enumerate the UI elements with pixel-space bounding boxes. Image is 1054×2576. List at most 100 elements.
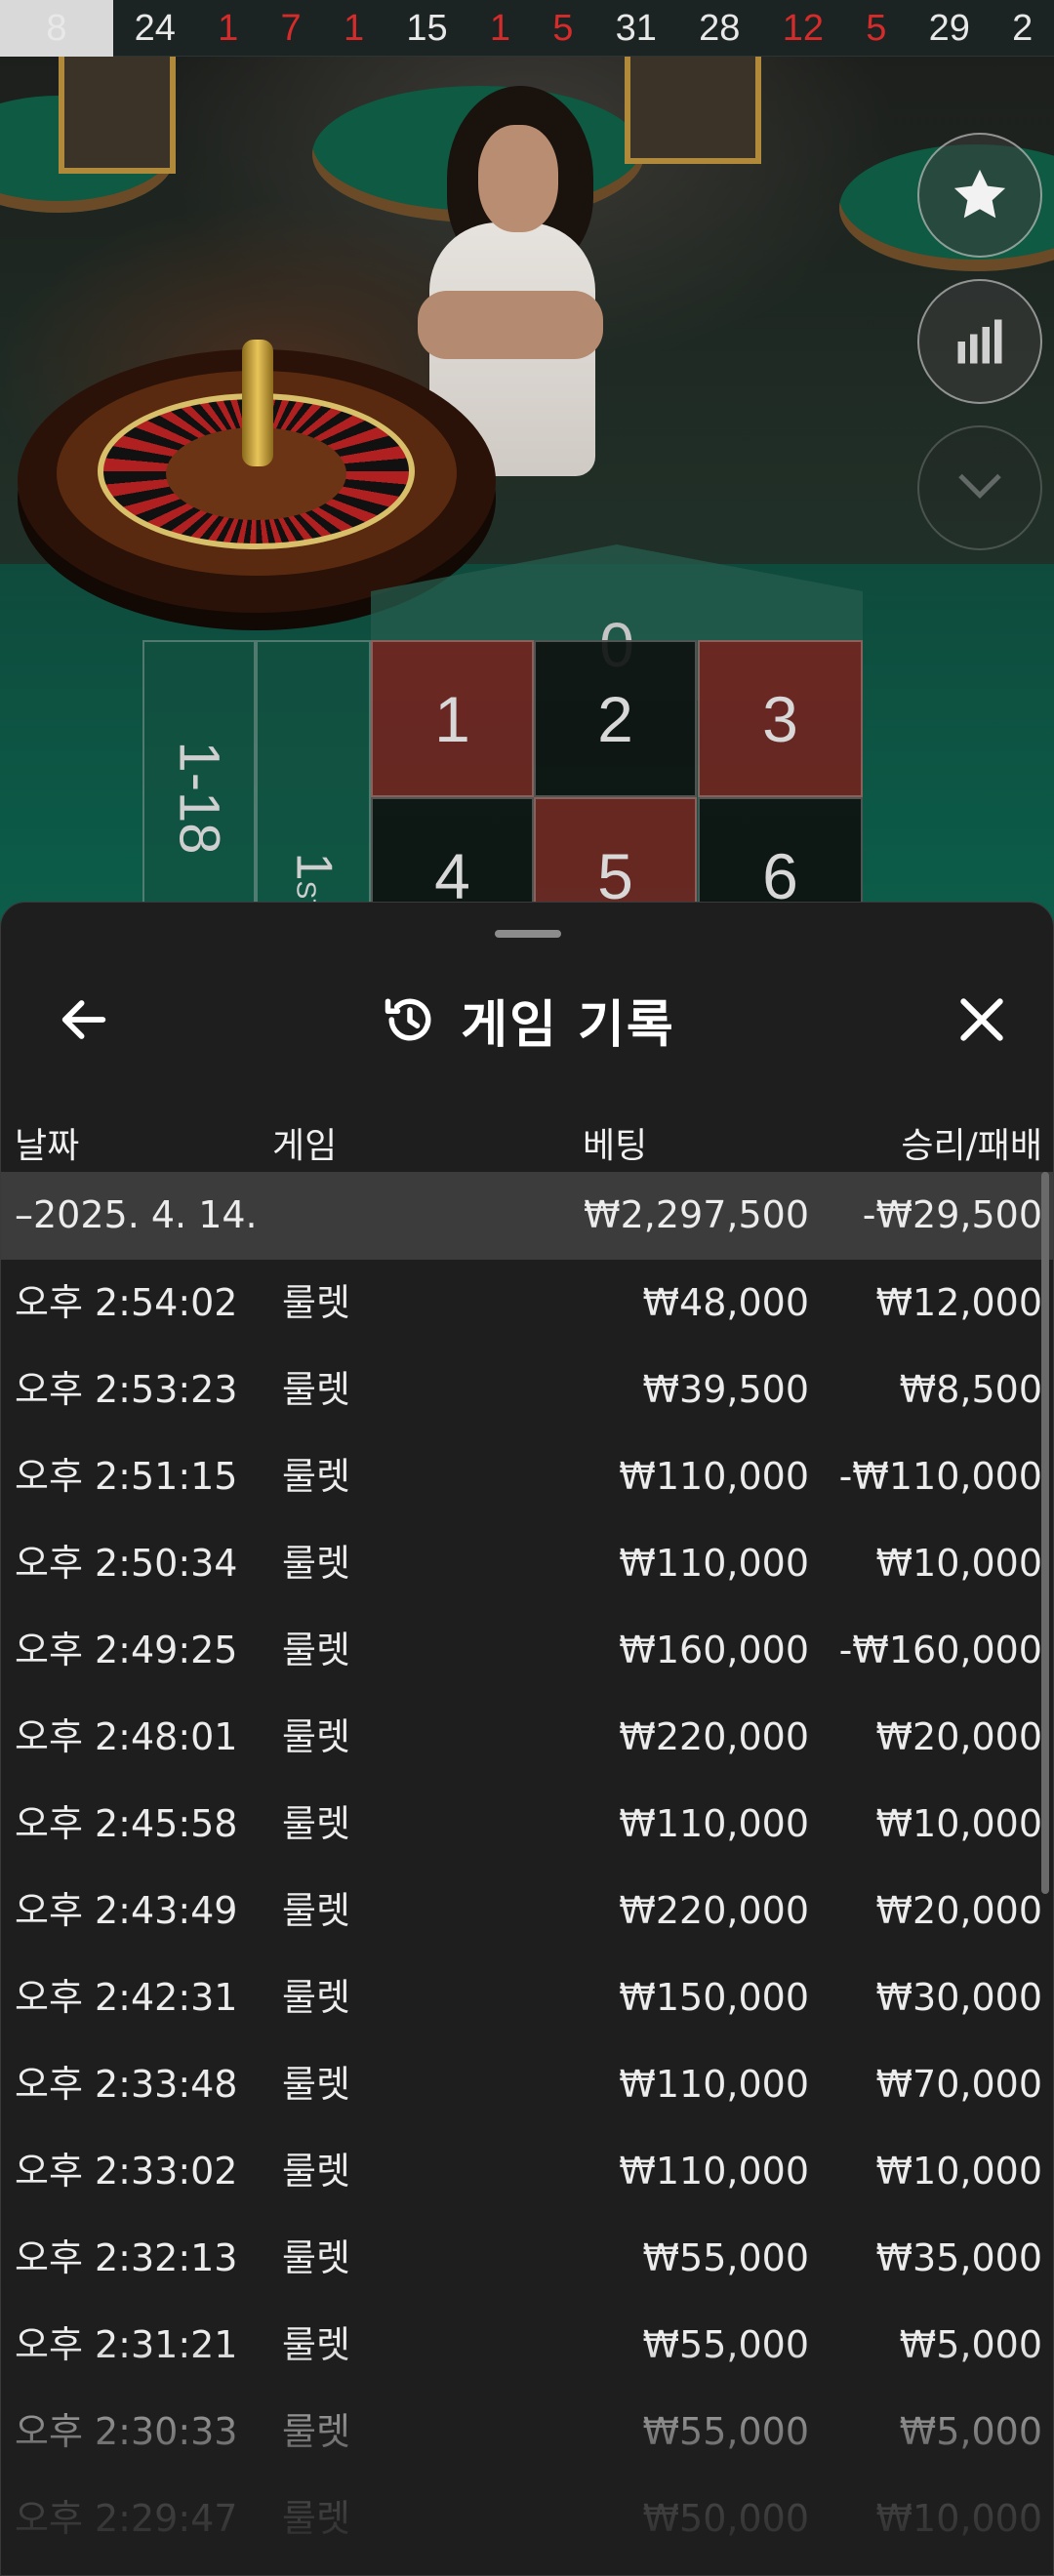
history-row[interactable]: 오후 2:48:01 룰렛 ₩220,000 ₩20,000: [1, 1694, 1053, 1781]
result-number: 12: [782, 7, 824, 49]
history-row-win-loss: ₩12,000: [875, 1281, 1042, 1324]
history-row-time: 오후 2:54:02: [15, 1281, 238, 1324]
history-row-time: 오후 2:30:33: [15, 2410, 238, 2453]
column-bet: 베팅: [583, 1126, 648, 1166]
history-row-win-loss: ₩10,000: [875, 1802, 1042, 1845]
result-number: 28: [699, 7, 741, 49]
history-row-game: 룰렛: [282, 2236, 350, 2279]
sheet-drag-handle[interactable]: [495, 930, 561, 938]
history-row-bet: ₩110,000: [619, 2063, 809, 2106]
history-row[interactable]: 오후 2:49:25 룰렛 ₩160,000 -₩160,000: [1, 1607, 1053, 1694]
history-row-game: 룰렛: [282, 1976, 350, 2019]
bet-range-label: 1-18: [167, 740, 231, 855]
background-painting-right: [625, 57, 761, 164]
history-row-game: 룰렛: [282, 1281, 350, 1324]
bet-number-1[interactable]: 1: [371, 640, 534, 797]
history-row-bet: ₩110,000: [619, 1455, 809, 1498]
history-row-game: 룰렛: [282, 1889, 350, 1932]
history-row-win-loss: ₩20,000: [875, 1889, 1042, 1932]
history-row-time: 오후 2:32:13: [15, 2236, 238, 2279]
favorite-button[interactable]: [917, 133, 1042, 258]
history-row-game: 룰렛: [282, 2497, 350, 2540]
close-button[interactable]: [938, 981, 1026, 1059]
history-row-bet: ₩110,000: [619, 2150, 809, 2193]
result-history-strip: 8 24 1 7 1 15 1 5 31 28 12 5 29 2: [0, 0, 1054, 57]
summary-bet: ₩2,297,500: [584, 1193, 809, 1236]
result-number: 2: [1012, 7, 1034, 49]
history-row-time: 오후 2:33:02: [15, 2150, 238, 2193]
summary-date: –2025. 4. 14.: [15, 1193, 258, 1236]
roulette-spindle: [242, 340, 273, 466]
history-row-time: 오후 2:49:25: [15, 1629, 238, 1671]
history-row[interactable]: 오후 2:33:02 룰렛 ₩110,000 ₩10,000: [1, 2128, 1053, 2215]
result-number: 1: [489, 7, 510, 49]
history-row-bet: ₩220,000: [619, 1889, 809, 1932]
scrollbar[interactable]: [1041, 1172, 1049, 1894]
bet-range-1-18[interactable]: 1-18: [142, 640, 256, 935]
game-history-sheet: 게임 기록 날짜 게임 베팅 승리/패배 –2025. 4. 14. ₩2,29…: [0, 902, 1054, 2576]
history-row[interactable]: 오후 2:53:23 룰렛 ₩39,500 ₩8,500: [1, 1347, 1053, 1433]
history-row-win-loss: ₩70,000: [875, 2063, 1042, 2106]
result-number: 31: [615, 7, 657, 49]
history-row[interactable]: 오후 2:43:49 룰렛 ₩220,000 ₩20,000: [1, 1868, 1053, 1954]
history-row-win-loss: ₩10,000: [875, 2497, 1042, 2540]
history-row-win-loss: ₩5,000: [899, 2410, 1042, 2453]
history-row[interactable]: 오후 2:33:48 룰렛 ₩110,000 ₩70,000: [1, 2041, 1053, 2128]
history-row-bet: ₩50,000: [642, 2497, 809, 2540]
history-row-bet: ₩48,000: [642, 1281, 809, 1324]
history-row[interactable]: 오후 2:50:34 룰렛 ₩110,000 ₩10,000: [1, 1520, 1053, 1607]
sheet-header: 게임 기록: [1, 961, 1053, 1078]
history-row-bet: ₩110,000: [619, 1542, 809, 1585]
history-row-game: 룰렛: [282, 2150, 350, 2193]
history-row-game: 룰렛: [282, 1629, 350, 1671]
history-row[interactable]: 오후 2:54:02 룰렛 ₩48,000 ₩12,000: [1, 1260, 1053, 1347]
history-row-time: 오후 2:53:23: [15, 1368, 238, 1411]
bet-number-2[interactable]: 2: [534, 640, 697, 797]
sheet-title: 게임 기록: [461, 995, 675, 1055]
app-root: 8 24 1 7 1 15 1 5 31 28 12 5 29 2 1-18 1…: [0, 0, 1054, 2576]
summary-win-loss: -₩29,500: [862, 1193, 1042, 1236]
history-row-time: 오후 2:33:48: [15, 2063, 238, 2106]
history-row[interactable]: 오후 2:42:31 룰렛 ₩150,000 ₩30,000: [1, 1954, 1053, 2041]
history-row-time: 오후 2:31:21: [15, 2323, 238, 2366]
history-row-win-loss: -₩160,000: [838, 1629, 1042, 1671]
bet-dozen-1st[interactable]: 1ST: [256, 640, 371, 935]
history-row-win-loss: ₩20,000: [875, 1715, 1042, 1758]
history-row[interactable]: 오후 2:29:47 룰렛 ₩50,000 ₩10,000: [1, 2475, 1053, 2562]
history-row-list: 오후 2:54:02 룰렛 ₩48,000 ₩12,000 오후 2:53:23 룰렛 ₩3…: [1, 1260, 1053, 2562]
history-row-game: 룰렛: [282, 2063, 350, 2106]
bar-chart-icon: [957, 319, 1002, 364]
background-painting-left: [59, 57, 176, 174]
history-icon: [385, 998, 431, 1041]
bet-number-3[interactable]: 3: [698, 640, 863, 797]
close-icon: [960, 998, 1003, 1041]
history-row-win-loss: ₩8,500: [899, 1368, 1042, 1411]
history-row[interactable]: 오후 2:30:33 룰렛 ₩55,000 ₩5,000: [1, 2389, 1053, 2475]
history-row-bet: ₩55,000: [642, 2410, 809, 2453]
history-row[interactable]: 오후 2:45:58 룰렛 ₩110,000 ₩10,000: [1, 1781, 1053, 1868]
history-row-game: 룰렛: [282, 2323, 350, 2366]
history-row-bet: ₩55,000: [642, 2236, 809, 2279]
history-row-game: 룰렛: [282, 2410, 350, 2453]
history-row-game: 룰렛: [282, 1455, 350, 1498]
history-row-game: 룰렛: [282, 1542, 350, 1585]
result-number: 15: [406, 7, 448, 49]
history-row-time: 오후 2:48:01: [15, 1715, 238, 1758]
history-row[interactable]: 오후 2:32:13 룰렛 ₩55,000 ₩35,000: [1, 2215, 1053, 2302]
history-row-win-loss: -₩110,000: [838, 1455, 1042, 1498]
history-row-time: 오후 2:43:49: [15, 1889, 238, 1932]
history-row-bet: ₩39,500: [642, 1368, 809, 1411]
result-number: 5: [866, 7, 887, 49]
history-date-summary-row[interactable]: –2025. 4. 14. ₩2,297,500 -₩29,500: [1, 1172, 1053, 1260]
statistics-button[interactable]: [917, 279, 1042, 404]
collapse-button[interactable]: [917, 425, 1042, 550]
history-row[interactable]: 오후 2:31:21 룰렛 ₩55,000 ₩5,000: [1, 2302, 1053, 2389]
history-row-time: 오후 2:29:47: [15, 2497, 238, 2540]
star-icon: [953, 169, 1006, 219]
history-row[interactable]: 오후 2:51:15 룰렛 ₩110,000 -₩110,000: [1, 1433, 1053, 1520]
history-row-game: 룰렛: [282, 1368, 350, 1411]
history-row-win-loss: ₩5,000: [899, 2323, 1042, 2366]
result-number: 29: [928, 7, 970, 49]
column-win-loss: 승리/패배: [901, 1126, 1042, 1166]
live-video: 0 1-18 1ST 123456: [0, 57, 1054, 935]
